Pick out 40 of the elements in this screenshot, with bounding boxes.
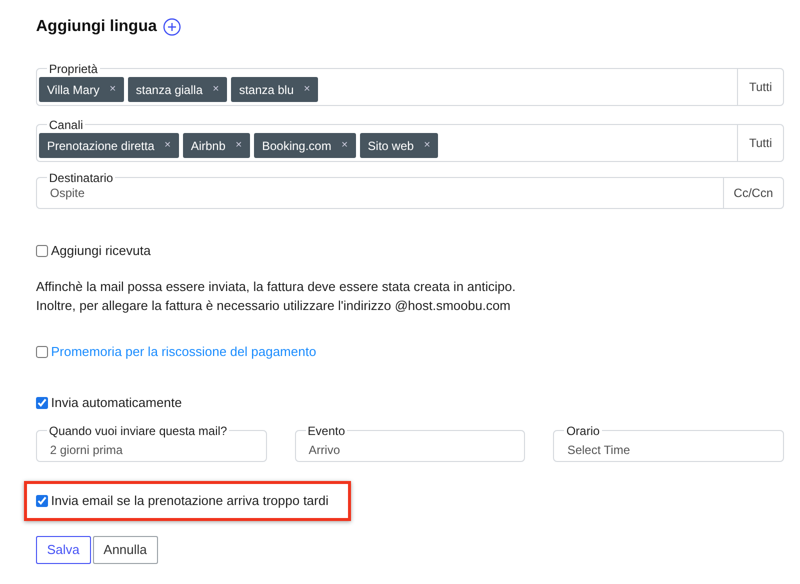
- section-title: Aggiungi lingua: [36, 17, 157, 37]
- checkbox[interactable]: [36, 346, 48, 358]
- placeholder-text: Select Time: [567, 443, 630, 457]
- tag-label: Prenotazione diretta: [47, 138, 154, 154]
- field-value: 2 giorni prima: [50, 443, 123, 457]
- field-label: Orario: [564, 424, 602, 438]
- checkbox[interactable]: [36, 245, 48, 257]
- checkbox-label: Invia automaticamente: [51, 394, 182, 412]
- add-icon[interactable]: [162, 18, 181, 36]
- tag-label: stanza blu: [239, 82, 294, 98]
- field-value: Ospite: [49, 185, 86, 202]
- tag-label: Villa Mary: [47, 82, 100, 98]
- select-all-button[interactable]: Tutti: [737, 69, 783, 105]
- info-text: Inoltre, per allegare la fattura è necessario utilizzare l'indirizzo @host.smoobu.com: [36, 297, 512, 315]
- tag-label: stanza gialla: [136, 82, 203, 98]
- remove-button[interactable]: ×: [424, 137, 430, 154]
- checkbox[interactable]: [36, 494, 48, 507]
- remove-button[interactable]: ×: [304, 81, 310, 98]
- tag-label: Booking.com: [262, 138, 332, 154]
- cc-bcc-button[interactable]: Cc/Ccn: [722, 178, 783, 208]
- save-button[interactable]: Salva: [36, 536, 91, 564]
- remove-button[interactable]: ×: [236, 137, 242, 154]
- field-label: Proprietà: [47, 62, 100, 76]
- field-label: Evento: [306, 424, 348, 438]
- field-value: Arrivo: [308, 443, 340, 457]
- remove-button[interactable]: ×: [109, 81, 116, 98]
- remove-button[interactable]: ×: [341, 137, 348, 154]
- cancel-button[interactable]: Annulla: [92, 536, 158, 564]
- field-label: Destinatario: [47, 171, 116, 185]
- checkbox-label: Aggiungi ricevuta: [51, 242, 151, 260]
- checkbox[interactable]: [36, 397, 48, 409]
- select-all-button[interactable]: Tutti: [737, 125, 783, 161]
- field-label: Quando vuoi inviare questa mail?: [47, 424, 230, 438]
- info-text: Affinchè la mail possa essere inviata, la fattura deve essere stata creata in anticipo.: [36, 278, 517, 296]
- field-label: Canali: [47, 118, 86, 132]
- tag-label: Airbnb: [190, 138, 226, 154]
- checkbox-label: Invia email se la prenotazione arriva troppo tardi: [51, 492, 328, 510]
- remove-button[interactable]: ×: [212, 81, 220, 98]
- tag-label: Sito web: [368, 138, 414, 154]
- remove-button[interactable]: ×: [164, 137, 171, 154]
